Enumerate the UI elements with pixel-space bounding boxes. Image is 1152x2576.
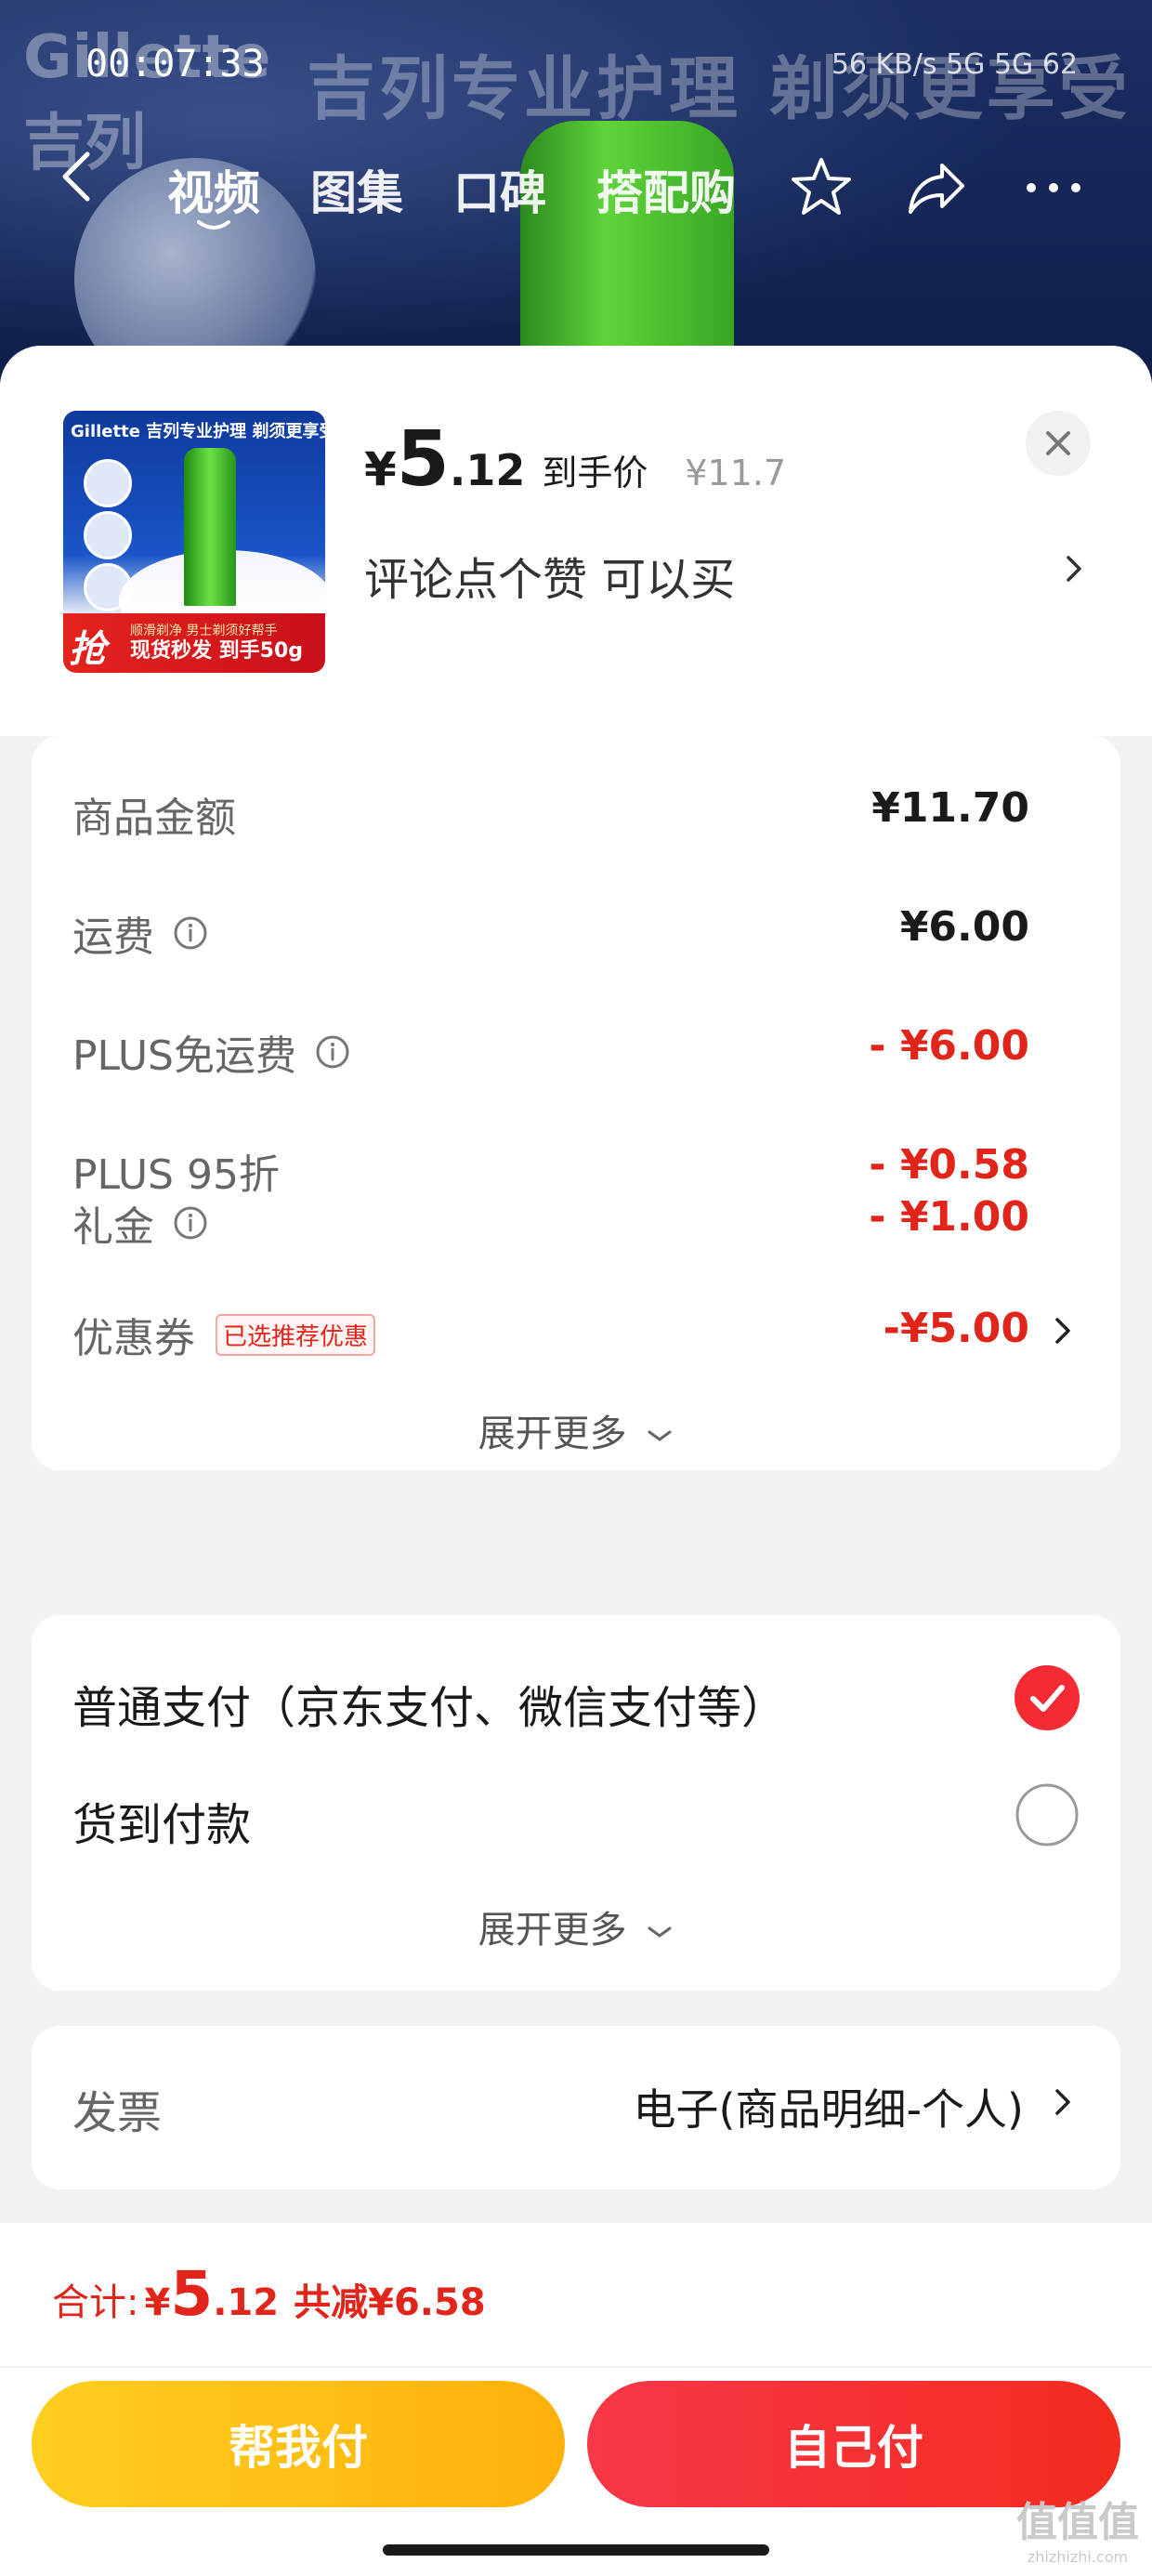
row-value: - ¥1.00	[869, 1193, 1029, 1241]
price-decimal: .12	[449, 445, 526, 495]
total-currency: ¥	[144, 2281, 171, 2324]
total-integer: 5	[170, 2258, 214, 2330]
product-banner: Gillette 吉列 吉列专业护理 剃须更享受 00:07:33 56 KB/…	[0, 0, 1152, 390]
close-icon[interactable]	[1026, 411, 1091, 476]
original-price: ¥11.7	[685, 453, 787, 493]
final-price: ¥ 5 .12 到手价 ¥11.7	[364, 422, 786, 498]
back-arrow-icon[interactable]	[56, 149, 97, 204]
payment-option-label: 普通支付（京东支付、微信支付等）	[72, 1682, 787, 1734]
expand-more-button[interactable]: 展开更多	[32, 1403, 1120, 1457]
product-nav-tabs: 视频 图集 口碑 搭配购	[167, 156, 736, 223]
row-value: ¥11.70	[871, 784, 1029, 832]
divider	[0, 2366, 1152, 2368]
price-currency: ¥	[364, 442, 397, 496]
row-label-wrap: 运费	[72, 903, 208, 963]
row-value: -¥5.00	[883, 1305, 1029, 1352]
chevron-right-icon[interactable]	[1054, 2085, 1072, 2119]
status-indicators: 56 KB/s 5G 5G 62	[831, 48, 1078, 81]
tab-gallery[interactable]: 图集	[310, 156, 403, 223]
share-icon[interactable]	[901, 152, 972, 223]
row-label: 运费	[72, 913, 154, 961]
tab-reviews[interactable]: 口碑	[453, 156, 546, 223]
expand-more-label: 展开更多	[478, 1413, 627, 1455]
row-gift-money: 礼金 - ¥1.00	[72, 1193, 1120, 1251]
payment-option-label: 货到付款	[72, 1799, 252, 1851]
watermark-sub: zhizhizhi.com	[1027, 2548, 1129, 2566]
price-breakdown-card: 商品金额 ¥11.70 运费 ¥6.00 PLUS免运费 - ¥6.00 PLU…	[32, 736, 1120, 1221]
total-decimal: .12	[213, 2281, 280, 2324]
tab-video[interactable]: 视频	[167, 156, 260, 223]
invoice-label: 发票	[72, 2087, 163, 2139]
info-icon[interactable]	[315, 1034, 350, 1070]
row-value: - ¥6.00	[869, 1022, 1029, 1070]
expand-more-button[interactable]: 展开更多	[32, 1899, 1120, 1953]
thumb-bottom-text: 现货秒发 到手50g	[130, 639, 304, 663]
price-integer: 5	[396, 415, 450, 504]
chevron-down-icon	[648, 1926, 672, 1938]
product-subtitle[interactable]: 评论点个赞 可以买	[364, 543, 735, 608]
status-time: 00:07:33	[85, 43, 265, 85]
chevron-down-icon	[648, 1430, 672, 1441]
favorite-star-icon[interactable]	[786, 152, 857, 223]
row-shipping: 运费 ¥6.00	[72, 903, 1120, 961]
row-label-wrap: PLUS免运费	[72, 1022, 350, 1082]
recommended-coupon-tag: 已选推荐优惠	[216, 1313, 376, 1356]
site-watermark: 值值值 zhizhizhi.com	[1016, 2489, 1139, 2566]
thumb-badge-2	[84, 511, 132, 559]
product-thumbnail: Gillette 吉列专业护理 剃须更享受 抢 顺滑剃净 男士剃须好帮手 现货秒…	[63, 411, 325, 673]
row-label-wrap: 礼金	[72, 1193, 208, 1253]
watermark-main: 值值值	[1016, 2499, 1139, 2546]
row-label: 优惠券	[72, 1315, 195, 1362]
help-me-pay-button[interactable]: 帮我付	[32, 2381, 565, 2507]
total-label: 合计:	[52, 2281, 139, 2324]
payment-option-cod[interactable]: 货到付款	[72, 1779, 1080, 1853]
row-label: PLUS免运费	[72, 1032, 296, 1080]
home-indicator[interactable]	[383, 2544, 769, 2556]
checkmark-selected-icon[interactable]	[1015, 1665, 1080, 1730]
info-icon[interactable]	[173, 1205, 208, 1241]
thumb-can	[184, 448, 236, 606]
row-coupon[interactable]: 优惠券 已选推荐优惠 -¥5.00	[72, 1305, 1120, 1362]
more-icon[interactable]	[1018, 152, 1089, 223]
tab-active-indicator	[197, 220, 230, 230]
invoice-card[interactable]: 发票 电子(商品明细-个人)	[32, 2026, 1120, 2189]
price-tag: 到手价	[542, 453, 648, 493]
payment-option-normal[interactable]: 普通支付（京东支付、微信支付等）	[72, 1662, 1080, 1736]
row-value: - ¥0.58	[869, 1141, 1029, 1189]
row-plus-free-shipping: PLUS免运费 - ¥6.00	[72, 1022, 1120, 1080]
product-summary-header: Gillette 吉列专业护理 剃须更享受 抢 顺滑剃净 男士剃须好帮手 现货秒…	[0, 346, 1152, 736]
row-value: ¥6.00	[899, 903, 1029, 951]
total-saving: 共减¥6.58	[294, 2281, 486, 2324]
row-label-wrap: 优惠券 已选推荐优惠	[72, 1305, 376, 1364]
payment-method-card: 普通支付（京东支付、微信支付等） 货到付款 展开更多	[32, 1615, 1120, 1991]
radio-unselected-icon[interactable]	[1015, 1782, 1080, 1847]
thumb-title: Gillette 吉列专业护理 剃须更享受	[71, 422, 325, 441]
tab-bundle[interactable]: 搭配购	[596, 156, 736, 223]
row-label: 商品金额	[72, 795, 236, 842]
order-total: 合计: ¥ 5 .12 共减¥6.58	[52, 2264, 486, 2326]
checkout-bottom-bar: 合计: ¥ 5 .12 共减¥6.58 帮我付 自己付 值值值 zhizhizh…	[0, 2223, 1152, 2576]
thumb-badge-1	[84, 459, 132, 507]
info-icon[interactable]	[173, 915, 208, 951]
thumb-grab-label: 抢	[69, 628, 106, 671]
expand-more-label: 展开更多	[478, 1909, 627, 1952]
chevron-right-icon[interactable]	[1063, 550, 1085, 587]
row-goods-amount: 商品金额 ¥11.70	[72, 784, 1120, 842]
price-breakdown-card-cont: 礼金 - ¥1.00 优惠券 已选推荐优惠 -¥5.00 展开更多	[32, 1193, 1120, 1470]
chevron-right-icon[interactable]	[1054, 1314, 1072, 1347]
row-plus-discount: PLUS 95折 - ¥0.58	[72, 1141, 1120, 1199]
row-label: 礼金	[72, 1203, 154, 1251]
invoice-value: 电子(商品明细-个人)	[633, 2084, 1025, 2135]
row-label: PLUS 95折	[72, 1151, 280, 1199]
